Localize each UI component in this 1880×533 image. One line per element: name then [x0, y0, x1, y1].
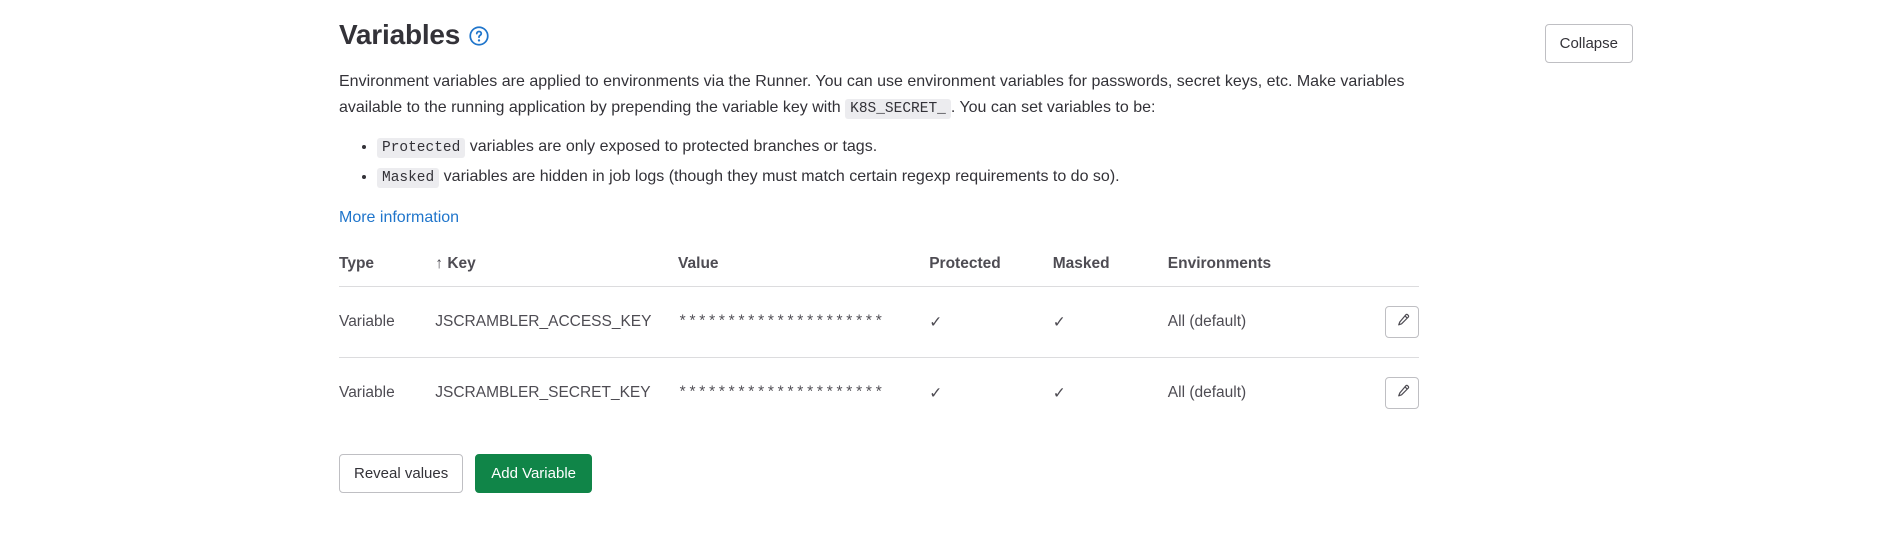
pencil-icon — [1395, 384, 1410, 402]
table-row: Variable JSCRAMBLER_SECRET_KEY *********… — [339, 357, 1419, 428]
panel-footer: Reveal values Add Variable — [339, 454, 1419, 493]
description-text-part2: . You can set variables to be: — [950, 99, 1156, 116]
cell-masked: ✓ — [1052, 286, 1168, 358]
cell-key: JSCRAMBLER_ACCESS_KEY — [435, 286, 679, 358]
table-header-row: Type ↑ Key Value Protected Masked Enviro… — [339, 255, 1419, 287]
list-item: Protected variables are only exposed to … — [377, 134, 1419, 161]
list-item: Masked variables are hidden in job logs … — [377, 164, 1419, 191]
cell-actions — [1335, 357, 1419, 428]
code-k8s-secret-prefix: K8S_SECRET_ — [845, 99, 951, 119]
cell-actions — [1335, 286, 1419, 358]
variable-notes-list: Protected variables are only exposed to … — [339, 134, 1419, 191]
code-masked: Masked — [377, 168, 440, 188]
table-header: Type ↑ Key Value Protected Masked Enviro… — [339, 255, 1419, 287]
column-header-masked: Masked — [1052, 255, 1110, 272]
cell-environments: All (default) — [1167, 357, 1336, 428]
collapse-button[interactable]: Collapse — [1544, 24, 1633, 63]
table-body: Variable JSCRAMBLER_ACCESS_KEY *********… — [339, 286, 1419, 428]
cell-protected: ✓ — [929, 286, 1053, 358]
page-title: Variables — [339, 18, 489, 52]
column-header-environments: Environments — [1167, 255, 1272, 272]
add-variable-button[interactable]: Add Variable — [475, 454, 592, 493]
column-header-protected: Protected — [929, 255, 1001, 272]
column-header-type: Type — [339, 255, 375, 272]
cell-environments: All (default) — [1167, 286, 1336, 358]
variables-settings-panel: Variables Collapse Environment variables… — [0, 0, 1880, 533]
pencil-icon — [1395, 313, 1410, 331]
cell-protected: ✓ — [929, 357, 1053, 428]
panel-content: Variables Collapse Environment variables… — [339, 0, 1633, 493]
cell-type: Variable — [339, 286, 436, 358]
more-information-link[interactable]: More information — [339, 209, 459, 227]
variables-table: Type ↑ Key Value Protected Masked Enviro… — [339, 255, 1419, 428]
cell-masked: ✓ — [1052, 357, 1168, 428]
edit-variable-button[interactable] — [1385, 377, 1419, 409]
reveal-values-button[interactable]: Reveal values — [339, 454, 464, 493]
note-text: variables are hidden in job logs (though… — [443, 168, 1120, 185]
panel-header: Variables Collapse — [339, 18, 1633, 63]
page-title-text: Variables — [339, 19, 461, 50]
cell-type: Variable — [339, 357, 436, 428]
cell-key: JSCRAMBLER_SECRET_KEY — [435, 357, 679, 428]
cell-value: ********************* — [678, 357, 930, 428]
panel-description: Environment variables are applied to env… — [339, 69, 1414, 122]
cell-value: ********************* — [678, 286, 930, 358]
edit-variable-button[interactable] — [1385, 306, 1419, 338]
note-text: variables are only exposed to protected … — [469, 138, 878, 155]
column-header-value: Value — [678, 255, 719, 272]
column-header-key[interactable]: ↑ Key — [435, 255, 678, 287]
column-header-actions — [1335, 255, 1419, 287]
table-row: Variable JSCRAMBLER_ACCESS_KEY *********… — [339, 286, 1419, 358]
question-circle-icon[interactable] — [469, 26, 489, 46]
code-protected: Protected — [377, 138, 466, 158]
